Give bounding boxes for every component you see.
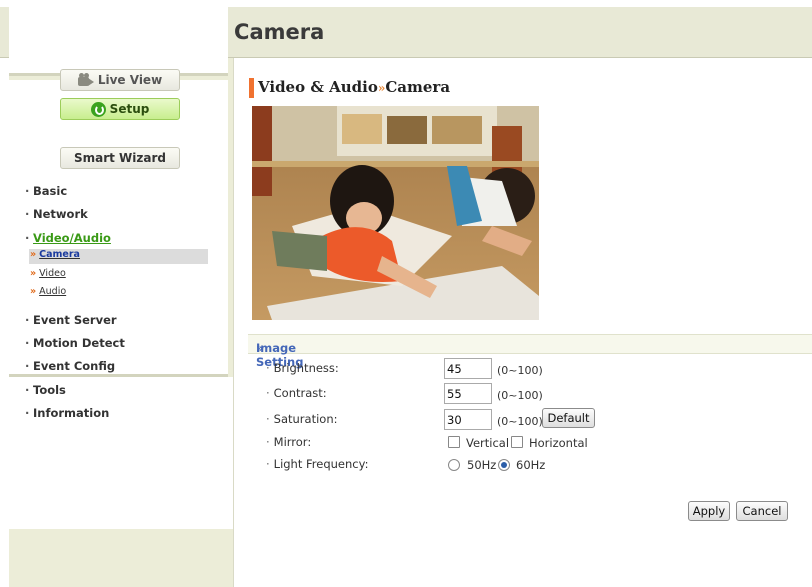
- bullet: ·: [266, 361, 270, 375]
- chevron-right-icon: »: [30, 268, 37, 279]
- brightness-label: · Brightness:: [266, 361, 339, 375]
- submenu-item-video[interactable]: » Video: [30, 268, 66, 279]
- label-text: Light Frequency:: [273, 457, 369, 471]
- brightness-input[interactable]: [444, 358, 492, 379]
- frequency-50hz-radio[interactable]: [448, 459, 460, 471]
- smart-wizard-button[interactable]: Smart Wizard: [60, 147, 180, 169]
- saturation-input[interactable]: [444, 409, 492, 430]
- bullet: ·: [266, 457, 270, 471]
- contrast-input[interactable]: [444, 383, 492, 404]
- frequency-60hz-label: 60Hz: [516, 458, 546, 472]
- bullet: ·: [25, 359, 30, 373]
- menu-item-motion-detect[interactable]: · Motion Detect: [25, 336, 125, 350]
- setup-button[interactable]: Setup: [60, 98, 180, 120]
- bullet: ·: [25, 313, 30, 327]
- menu-label: Video/Audio: [33, 231, 111, 245]
- mirror-horizontal-checkbox[interactable]: [511, 436, 523, 448]
- bullet: ·: [25, 336, 30, 350]
- label-text: Brightness:: [273, 361, 339, 375]
- label-text: Saturation:: [273, 412, 338, 426]
- contrast-label: · Contrast:: [266, 386, 327, 400]
- video-preview-image: [252, 106, 539, 320]
- live-view-label: Live View: [97, 73, 163, 87]
- apply-button[interactable]: Apply: [688, 501, 730, 521]
- menu-panel: [9, 80, 228, 377]
- frequency-50hz-label: 50Hz: [467, 458, 497, 472]
- mirror-vertical-label: Vertical: [466, 436, 510, 450]
- frequency-60hz-radio[interactable]: [498, 459, 510, 471]
- breadcrumb-page: Camera: [385, 78, 451, 96]
- breadcrumb-section: Video & Audio: [258, 78, 378, 96]
- menu-item-information[interactable]: · Information: [25, 406, 109, 420]
- setup-icon: [90, 101, 106, 117]
- image-setting-header: » Image Setting: [248, 334, 812, 369]
- saturation-range: (0~100): [497, 415, 543, 428]
- bullet: ·: [266, 435, 270, 449]
- menu-item-network[interactable]: · Network: [25, 207, 88, 221]
- content-divider: [233, 58, 234, 587]
- bullet: ·: [25, 207, 30, 221]
- bullet: ·: [25, 184, 30, 198]
- mirror-label: · Mirror:: [266, 435, 311, 449]
- submenu-item-audio[interactable]: » Audio: [30, 286, 66, 297]
- bullet: ·: [266, 386, 270, 400]
- video-preview: [252, 106, 539, 320]
- page-title: Video & Audio»Camera: [249, 78, 450, 98]
- menu-label: Network: [33, 207, 88, 221]
- mirror-vertical-checkbox[interactable]: [448, 436, 460, 448]
- video-camera-icon: [77, 73, 94, 86]
- menu-label: Information: [33, 406, 110, 420]
- label-text: Contrast:: [273, 386, 327, 400]
- menu-label: Event Server: [33, 313, 117, 327]
- submenu-label: Audio: [39, 286, 67, 297]
- menu-item-tools[interactable]: · Tools: [25, 383, 66, 397]
- chevron-right-icon: »: [30, 249, 37, 260]
- brightness-range: (0~100): [497, 364, 543, 377]
- menu-item-basic[interactable]: · Basic: [25, 184, 67, 198]
- menu-item-event-server[interactable]: · Event Server: [25, 313, 117, 327]
- menu-item-video-audio[interactable]: · Video/Audio: [25, 231, 111, 245]
- label-text: Mirror:: [273, 435, 312, 449]
- saturation-label: · Saturation:: [266, 412, 337, 426]
- default-button[interactable]: Default: [542, 408, 595, 428]
- submenu-label: Camera: [39, 249, 80, 260]
- left-blank-area: [9, 377, 233, 529]
- nav-panel: [9, 4, 228, 76]
- submenu-item-camera[interactable]: » Camera: [29, 249, 208, 264]
- light-frequency-label: · Light Frequency:: [266, 457, 368, 471]
- menu-label: Basic: [33, 184, 68, 198]
- submenu-label: Video: [39, 268, 66, 279]
- menu-label: Event Config: [33, 359, 116, 373]
- bullet: ·: [25, 406, 30, 420]
- bullet: ·: [266, 412, 270, 426]
- contrast-range: (0~100): [497, 389, 543, 402]
- live-view-button[interactable]: Live View: [60, 69, 180, 91]
- setup-label: Setup: [109, 102, 150, 116]
- bullet: ·: [25, 231, 30, 245]
- cancel-button[interactable]: Cancel: [736, 501, 788, 521]
- menu-label: Tools: [33, 383, 66, 397]
- menu-label: Motion Detect: [33, 336, 125, 350]
- menu-item-event-config[interactable]: · Event Config: [25, 359, 115, 373]
- chevron-right-icon: »: [30, 286, 37, 297]
- bullet: ·: [25, 383, 30, 397]
- left-gutter: [0, 58, 9, 587]
- mirror-horizontal-label: Horizontal: [529, 436, 588, 450]
